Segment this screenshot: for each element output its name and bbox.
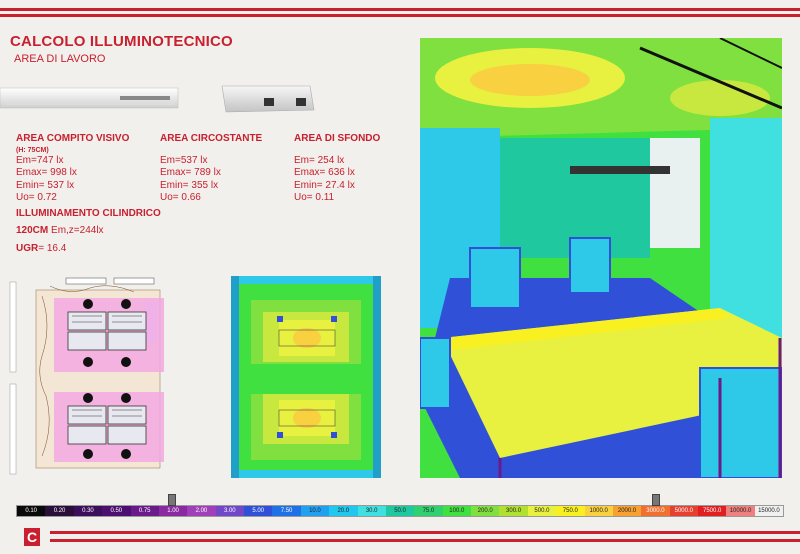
page-subtitle: AREA DI LAVORO [14, 53, 106, 65]
scale-cell: 0.75 [130, 506, 159, 516]
area-background: AREA DI SFONDO Em= 254 lx Emax= 636 lx E… [294, 133, 380, 205]
ugr-value: = 16.4 [38, 243, 67, 254]
scale-cell: 2000.0 [612, 506, 642, 516]
scale-cell: 0.50 [102, 506, 131, 516]
scale-cell: 2.00 [187, 506, 216, 516]
area-value: Emax= 998 lx [16, 167, 77, 178]
company-logo: C [24, 528, 40, 546]
ugr-label: UGR [16, 243, 39, 254]
footer-rule [0, 526, 800, 548]
scale-cell: 3.00 [215, 506, 244, 516]
illuminance-color-scale: 0.10 0.20 0.30 0.50 0.75 1.00 2.00 3.00 5.00 7.50… [16, 505, 784, 517]
area-value: Emax= 789 lx [160, 167, 221, 178]
area-value: Emin= 27.4 lx [294, 179, 355, 191]
luminaire-spot-image [221, 85, 315, 113]
scale-cell: 7.50 [272, 506, 301, 516]
luminaire-linear-image [0, 87, 179, 109]
cylindrical-heading: ILLUMINAMENTO CILINDRICO [16, 208, 161, 219]
scale-cell: 10.0 [300, 506, 330, 516]
cylindrical-block: ILLUMINAMENTO CILINDRICO 120CM Em,z=244l… [16, 208, 161, 256]
cylindrical-height: 120CM [16, 224, 49, 236]
scale-cell: 3000.0 [641, 506, 670, 516]
scale-cell: 0.10 [17, 506, 46, 516]
area-value: Uo= 0.11 [294, 192, 335, 203]
scale-cell: 1000.0 [584, 506, 613, 516]
area-value: Em=537 lx [160, 154, 208, 166]
area-heading: AREA DI SFONDO [294, 133, 381, 144]
scale-cell: 500.0 [527, 506, 557, 516]
scale-marker [168, 494, 177, 506]
area-value: Emax= 636 lx [294, 167, 355, 178]
area-value: Emin= 537 lx [16, 179, 75, 191]
scale-cell: 7500.0 [698, 506, 727, 516]
area-heading: AREA CIRCOSTANTE [160, 133, 263, 144]
area-heading: AREA COMPITO VISIVO [16, 133, 130, 144]
page-title: CALCOLO ILLUMINOTECNICO [10, 33, 233, 50]
scale-cell: 100.0 [442, 506, 471, 516]
scale-cell: 0.30 [73, 506, 103, 516]
scale-cell: 300.0 [499, 506, 528, 516]
falsecolor-plan-image [231, 276, 381, 478]
scale-cell: 20.0 [329, 506, 358, 516]
scale-cell: 5000.0 [669, 506, 698, 516]
area-value: Em=747 lx [16, 154, 64, 166]
cylindrical-value: Em,z=244lx [51, 224, 104, 236]
area-visual-task: AREA COMPITO VISIVO (H: 75CM) Em=747 lx … [16, 133, 129, 205]
area-value: Uo= 0.66 [160, 192, 201, 203]
area-value: Emin= 355 lx [160, 179, 219, 191]
scale-cell: 30.0 [357, 506, 386, 516]
scale-cell: 50.0 [385, 506, 415, 516]
area-subheading: (H: 75CM) [16, 146, 49, 154]
falsecolor-render-image [420, 38, 782, 478]
area-surrounding: AREA CIRCOSTANTE Em=537 lx Emax= 789 lx … [160, 133, 262, 205]
scale-cell: 10000.0 [726, 506, 755, 516]
scale-cell: 0.20 [45, 506, 74, 516]
scale-cell: 750.0 [556, 506, 585, 516]
area-value: Uo= 0.72 [16, 192, 57, 203]
floor-plan-image [6, 276, 216, 478]
scale-cell: 5.00 [244, 506, 273, 516]
area-value: Em= 254 lx [294, 154, 345, 166]
scale-marker [652, 494, 660, 506]
scale-cell: 200.0 [471, 506, 500, 516]
scale-cell: 15000.0 [754, 506, 784, 516]
header-rule [0, 8, 800, 18]
scale-cell: 75.0 [414, 506, 443, 516]
scale-cell: 1.00 [158, 506, 188, 516]
